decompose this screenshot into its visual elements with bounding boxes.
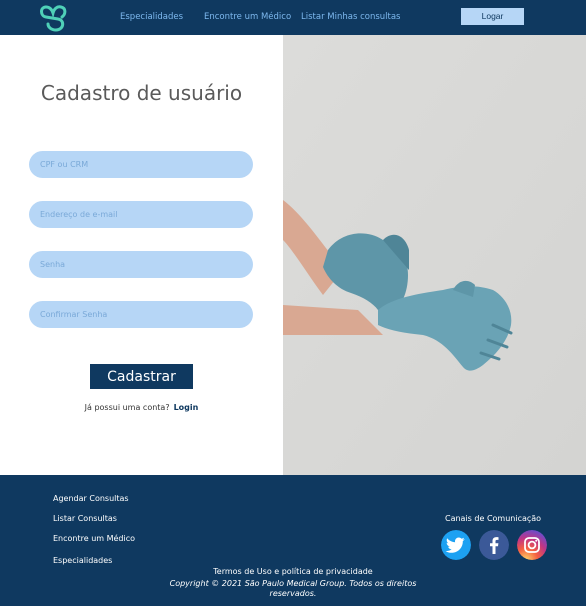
registration-form: Cadastro de usuário Cadastrar Já possui … — [0, 35, 283, 475]
login-prompt: Já possui uma conta? Login — [0, 403, 283, 412]
facebook-icon[interactable] — [479, 530, 509, 560]
channels-title: Canais de Comunicação — [445, 514, 542, 523]
navbar: Especialidades Encontre um Médico Listar… — [0, 0, 586, 35]
nav-encontre-medico[interactable]: Encontre um Médico — [204, 12, 291, 22]
terms-link[interactable]: Termos de Uso e política de privacidade — [0, 567, 586, 576]
login-link[interactable]: Login — [174, 403, 199, 412]
nav-listar-consultas[interactable]: Listar Minhas consultas — [301, 12, 400, 22]
instagram-icon[interactable] — [517, 530, 547, 560]
account-prompt-text: Já possui uma conta? — [84, 403, 170, 412]
page-title: Cadastro de usuário — [40, 81, 243, 105]
footer-link-listar[interactable]: Listar Consultas — [53, 514, 117, 523]
twitter-icon[interactable] — [441, 530, 471, 560]
footer-link-encontre[interactable]: Encontre um Médico — [53, 534, 135, 543]
cpf-crm-field[interactable] — [29, 151, 253, 178]
footer-link-especialidades[interactable]: Especialidades — [53, 556, 112, 565]
footer-link-agendar[interactable]: Agendar Consultas — [53, 494, 129, 503]
footer: Agendar Consultas Listar Consultas Encon… — [0, 475, 586, 606]
login-button[interactable]: Logar — [461, 8, 524, 25]
nav-especialidades[interactable]: Especialidades — [120, 12, 183, 22]
hero-photo — [283, 35, 586, 475]
copyright: Copyright © 2021 São Paulo Medical Group… — [169, 579, 417, 598]
password-field[interactable] — [29, 251, 253, 278]
email-field[interactable] — [29, 201, 253, 228]
confirm-password-field[interactable] — [29, 301, 253, 328]
register-button[interactable]: Cadastrar — [90, 364, 193, 389]
gloved-hands-illustration — [283, 35, 586, 475]
logo-icon[interactable] — [38, 3, 68, 33]
